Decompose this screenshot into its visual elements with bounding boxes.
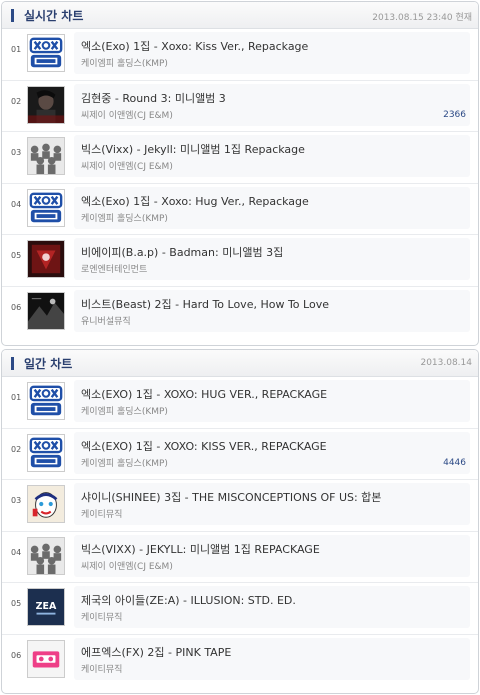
realtime-chart-panel: 실시간 차트 2013.08.15 23:40 현재 01 엑소(Exo) 1집 … (1, 1, 479, 346)
song-title-link[interactable]: 엑소(EXO) 1집 - XOXO: HUG VER., REPACKAGE (81, 386, 327, 402)
distributor-label: 씨제이 이앤엠(CJ E&M) (81, 110, 173, 121)
song-title-link[interactable]: 제국의 아이들(ZE:A) - ILLUSION: STD. ED. (81, 592, 296, 608)
rank-number: 05 (11, 251, 22, 260)
distributor-label: 케이티뮤직 (81, 664, 123, 675)
daily-chart-panel: 일간 차트 2013.08.14 01 엑소(EXO) 1집 - XOXO: HU… (1, 349, 479, 694)
album-cover-image[interactable] (27, 291, 65, 330)
song-title-link[interactable]: 빅스(VIXX) - JEKYLL: 미니앨범 1집 REPACKAGE (81, 541, 320, 557)
song-info: 김현중 - Round 3: 미니앨범 3 씨제이 이앤엠(CJ E&M) 2366 (74, 83, 470, 126)
distributor-label: 케이엠피 홀딩스(KMP) (81, 213, 168, 224)
album-cover-image[interactable] (27, 382, 65, 420)
rank-number: 06 (11, 302, 22, 312)
song-info: 비스트(Beast) 2집 - Hard To Love, How To Lov… (74, 289, 470, 332)
distributor-label: 케이티뮤직 (81, 510, 123, 520)
album-cover-image[interactable] (27, 188, 65, 227)
realtime-chart-date: 2013.08.15 23:40 현재 (372, 13, 472, 23)
song-info: 비에이피(B.a.p) - Badman: 미니앨범 3집로엔엔터테인먼트 (74, 238, 470, 280)
daily-chart-date: 2013.08.14 (420, 358, 472, 368)
play-count: 4446 (443, 457, 466, 468)
album-cover-image[interactable] (27, 137, 65, 175)
distributor-label: 로엔엔터테인먼트 (81, 265, 148, 275)
chart-row[interactable]: 01 엑소(EXO) 1집 - XOXO: HUG VER., REPACKAGE… (2, 377, 478, 429)
rank-number: 06 (11, 650, 22, 660)
realtime-chart-title: 실시간 차트 (24, 9, 84, 23)
rank-number: 01 (11, 393, 22, 402)
song-info: 제국의 아이들(ZE:A) - ILLUSION: STD. ED. 케이티뮤직 (74, 586, 470, 628)
distributor-label: 케이엠피 홀딩스(KMP) (81, 407, 168, 417)
chart-row[interactable]: 06 에프엑스(FX) 2집 - PINK TAPE 케이티뮤직 (2, 635, 478, 687)
song-title-link[interactable]: 엑소(EXO) 1집 - XOXO: KISS VER., REPACKAGE (81, 438, 327, 454)
album-cover-image[interactable] (27, 240, 65, 278)
rank-number: 01 (11, 45, 22, 54)
song-info: 엑소(EXO) 1집 - XOXO: KISS VER., REPACKAGE 케… (74, 431, 470, 474)
realtime-chart-header: 실시간 차트 2013.08.15 23:40 현재 (2, 2, 478, 29)
song-title-link[interactable]: 에프엑스(FX) 2집 - PINK TAPE (81, 644, 231, 660)
song-info: 엑소(Exo) 1집 - Xoxo: Kiss Ver., Repackage 케… (74, 32, 470, 74)
chart-row[interactable]: 05 ZEA 제국의 아이들(ZE:A) - ILLUSION: STD. ED. 케… (2, 583, 478, 635)
play-count: 2366 (443, 109, 466, 120)
distributor-label: 씨제이 이앤엠(CJ E&M) (81, 561, 173, 572)
album-cover-image[interactable]: ZEA (27, 588, 65, 626)
distributor-label: 케이엠피 홀딩스(KMP) (81, 458, 168, 469)
rank-number: 05 (11, 599, 22, 608)
song-title-link[interactable]: 김현중 - Round 3: 미니앨범 3 (81, 90, 226, 106)
daily-chart-header: 일간 차트 2013.08.14 (2, 350, 478, 377)
header-accent-bar (11, 357, 14, 370)
rank-number: 03 (11, 496, 22, 505)
rank-number: 04 (11, 199, 22, 209)
song-info: 엑소(Exo) 1집 - Xoxo: Hug Ver., Repackage 케이… (74, 186, 470, 229)
song-info: 빅스(VIXX) - JEKYLL: 미니앨범 1집 REPACKAGE 씨제이 … (74, 534, 470, 577)
chart-row[interactable]: 02 엑소(EXO) 1집 - XOXO: KISS VER., REPACKAG… (2, 429, 478, 480)
chart-row[interactable]: 06 비스트(Beast) 2집 - Hard To Love, How To L… (2, 287, 478, 339)
song-title-link[interactable]: 엑소(Exo) 1집 - Xoxo: Kiss Ver., Repackage (81, 38, 308, 54)
chart-row[interactable]: 03 빅스(Vixx) - Jekyll: 미니앨범 1집 Repackage 씨제… (2, 132, 478, 184)
song-title-link[interactable]: 비에이피(B.a.p) - Badman: 미니앨범 3집 (81, 244, 283, 260)
chart-row[interactable]: 02 김현중 - Round 3: 미니앨범 3 씨제이 이앤엠(CJ E&M) 23… (2, 81, 478, 132)
song-info: 빅스(Vixx) - Jekyll: 미니앨범 1집 Repackage 씨제이 … (74, 135, 470, 177)
song-title-link[interactable]: 비스트(Beast) 2집 - Hard To Love, How To Lov… (81, 296, 329, 312)
album-cover-image[interactable] (27, 485, 65, 523)
song-title-link[interactable]: 엑소(Exo) 1집 - Xoxo: Hug Ver., Repackage (81, 193, 309, 209)
chart-row[interactable]: 05 비에이피(B.a.p) - Badman: 미니앨범 3집로엔엔터테인먼트 (2, 235, 478, 287)
distributor-label: 케이티뮤직 (81, 613, 123, 623)
album-cover-image[interactable] (27, 34, 65, 72)
album-cover-image[interactable] (27, 536, 65, 575)
distributor-label: 케이엠피 홀딩스(KMP) (81, 59, 168, 69)
realtime-chart-list: 01 엑소(Exo) 1집 - Xoxo: Kiss Ver., Repackag… (2, 29, 478, 338)
daily-chart-list: 01 엑소(EXO) 1집 - XOXO: HUG VER., REPACKAGE… (2, 377, 478, 686)
chart-row[interactable]: 03 샤이니(SHINEE) 3집 - THE MISCONCEPTIONS OF… (2, 480, 478, 532)
song-info: 에프엑스(FX) 2집 - PINK TAPE 케이티뮤직 (74, 637, 470, 680)
rank-number: 03 (11, 148, 22, 157)
rank-number: 02 (11, 96, 22, 106)
song-title-link[interactable]: 샤이니(SHINEE) 3집 - THE MISCONCEPTIONS OF U… (81, 489, 381, 505)
daily-chart-title: 일간 차트 (24, 357, 73, 371)
distributor-label: 씨제이 이앤엠(CJ E&M) (81, 162, 173, 172)
song-info: 엑소(EXO) 1집 - XOXO: HUG VER., REPACKAGE 케이… (74, 380, 470, 422)
album-cover-image[interactable] (27, 639, 65, 678)
svg-text:ZEA: ZEA (36, 601, 57, 612)
song-info: 샤이니(SHINEE) 3집 - THE MISCONCEPTIONS OF U… (74, 483, 470, 525)
album-cover-image[interactable] (27, 433, 65, 472)
album-cover-image[interactable] (27, 85, 65, 124)
rank-number: 02 (11, 444, 22, 454)
rank-number: 04 (11, 547, 22, 557)
chart-row[interactable]: 01 엑소(Exo) 1집 - Xoxo: Kiss Ver., Repackag… (2, 29, 478, 81)
song-title-link[interactable]: 빅스(Vixx) - Jekyll: 미니앨범 1집 Repackage (81, 141, 305, 157)
chart-row[interactable]: 04 빅스(VIXX) - JEKYLL: 미니앨범 1집 REPACKAGE 씨제… (2, 532, 478, 583)
header-accent-bar (11, 9, 14, 22)
chart-row[interactable]: 04 엑소(Exo) 1집 - Xoxo: Hug Ver., Repackage… (2, 184, 478, 235)
distributor-label: 유니버설뮤직 (81, 316, 131, 327)
